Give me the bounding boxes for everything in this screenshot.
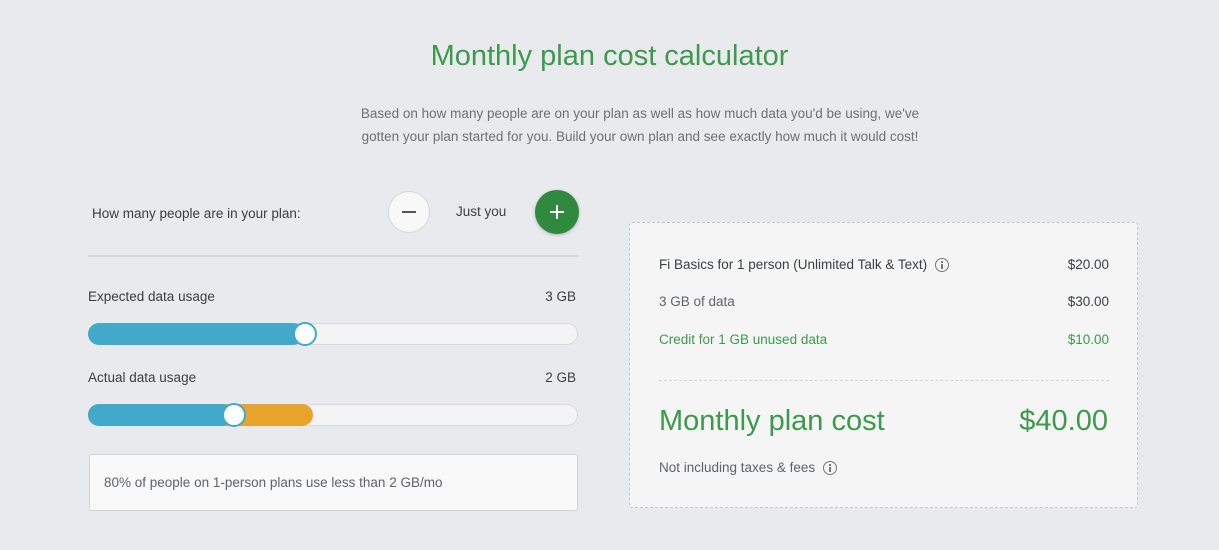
usage-tip-text: 80% of people on 1-person plans use less… xyxy=(104,475,443,490)
info-icon[interactable] xyxy=(823,461,838,475)
expected-usage-value: 3 GB xyxy=(545,289,576,304)
line-item-amount: $20.00 xyxy=(1067,257,1109,272)
plus-icon xyxy=(550,205,564,219)
minus-icon xyxy=(402,211,416,213)
page-subtitle: Based on how many people are on your pla… xyxy=(330,102,950,148)
total-label: Monthly plan cost xyxy=(659,405,885,437)
actual-usage-label: Actual data usage xyxy=(88,370,197,385)
total-amount: $40.00 xyxy=(1019,405,1108,437)
line-item-label: Fi Basics for 1 person (Unlimited Talk &… xyxy=(659,257,950,272)
expected-usage-label: Expected data usage xyxy=(88,289,215,304)
line-item-amount: $10.00 xyxy=(1067,332,1109,347)
expected-usage-handle[interactable] xyxy=(292,322,317,346)
subtitle-line-2: gotten your plan started for you. Build … xyxy=(361,129,919,144)
actual-usage-handle[interactable] xyxy=(221,403,246,427)
subtitle-line-1: Based on how many people are on your pla… xyxy=(360,106,920,121)
line-item-label: Credit for 1 GB unused data xyxy=(659,332,828,347)
section-divider xyxy=(88,255,578,257)
info-icon[interactable] xyxy=(935,258,950,272)
increase-people-button[interactable] xyxy=(535,190,579,234)
people-label: How many people are in your plan: xyxy=(92,206,301,221)
actual-usage-value: 2 GB xyxy=(545,370,576,385)
actual-usage-fill xyxy=(88,404,233,426)
cost-summary-card: Fi Basics for 1 person (Unlimited Talk &… xyxy=(629,222,1138,508)
people-selector: How many people are in your plan: Just y… xyxy=(88,190,579,236)
usage-tip-box: 80% of people on 1-person plans use less… xyxy=(89,454,578,511)
taxes-note: Not including taxes & fees xyxy=(659,460,838,475)
expected-usage-fill xyxy=(88,323,304,345)
actual-usage-slider[interactable] xyxy=(88,403,578,427)
page-title: Monthly plan cost calculator xyxy=(430,40,789,72)
decrease-people-button[interactable] xyxy=(388,191,430,233)
line-item-label: 3 GB of data xyxy=(659,294,735,309)
people-count-value: Just you xyxy=(456,204,507,219)
summary-divider xyxy=(659,380,1109,381)
line-item-amount: $30.00 xyxy=(1067,294,1109,309)
expected-usage-slider[interactable] xyxy=(88,322,578,346)
